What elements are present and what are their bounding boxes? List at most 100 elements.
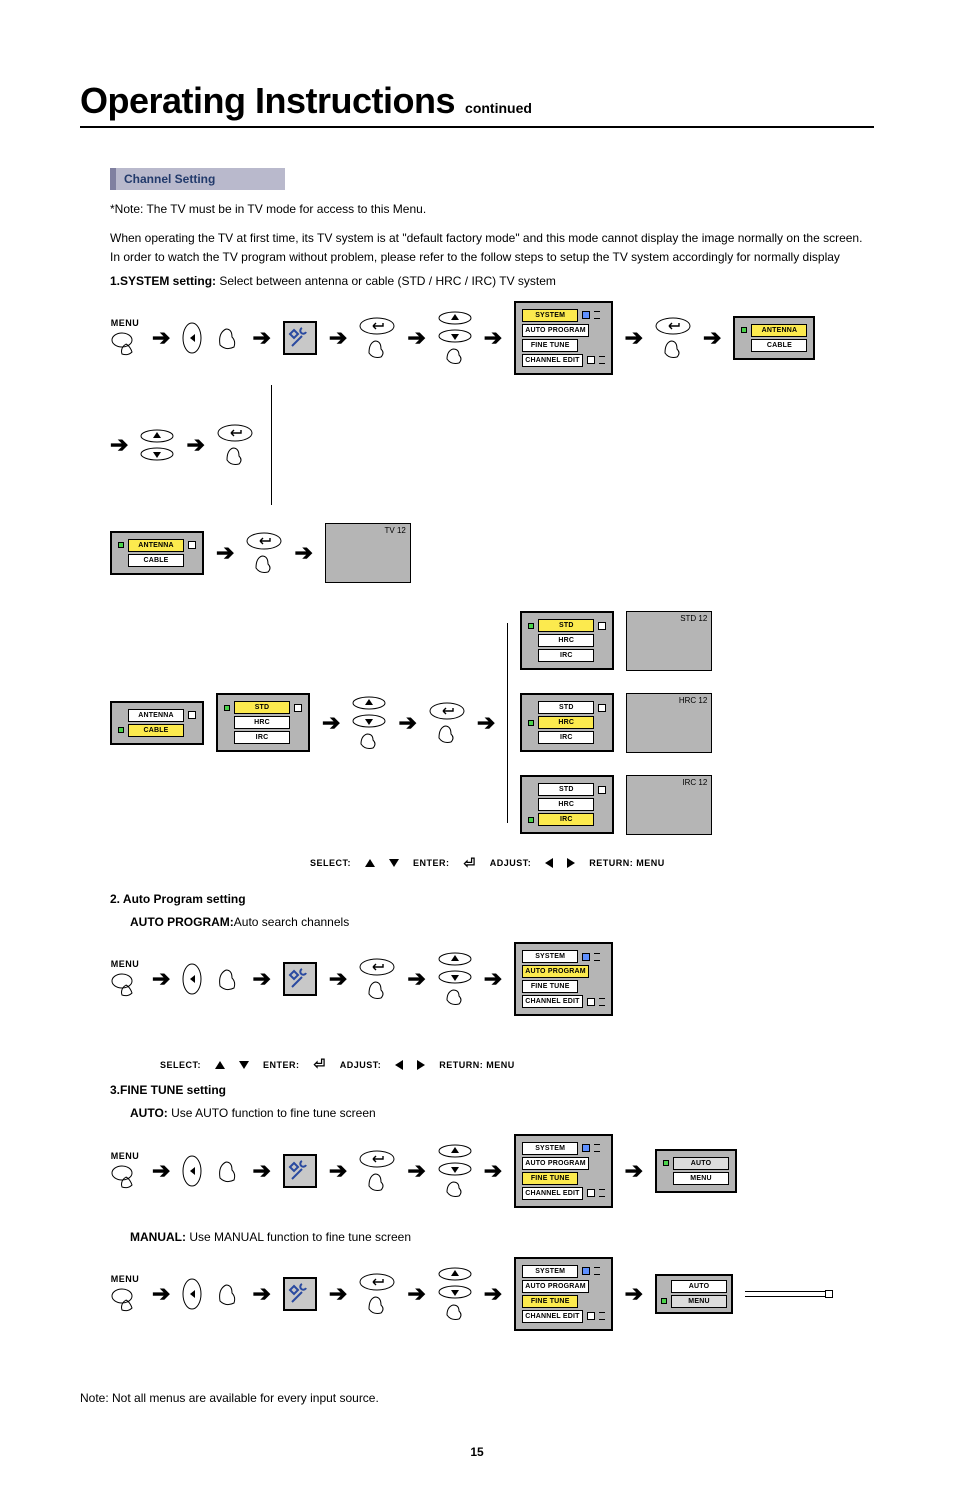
- down-button-icon: [438, 970, 472, 984]
- osd-finetune-menu: SYSTEM AUTO PROGRAM FINE TUNE CHANNEL ED…: [514, 1134, 612, 1208]
- osd-finetune-menu-2: SYSTEM AUTO PROGRAM FINE TUNE CHANNEL ED…: [514, 1257, 612, 1331]
- hand-press-icon: [223, 446, 247, 466]
- flow-row-1: MENU ➔ ➔ ➔ ➔ ➔ SYSTEM: [110, 301, 874, 375]
- hand-press-icon: [110, 1288, 140, 1314]
- osd-system: SYSTEM: [522, 309, 578, 322]
- arrow-icon: ➔: [407, 1158, 425, 1184]
- hand-press-icon: [443, 988, 467, 1006]
- osd-irc: IRC: [538, 649, 594, 662]
- down-button-icon: [438, 329, 472, 343]
- osd-auto-program: AUTO PROGRAM: [522, 324, 589, 337]
- tools-icon: [283, 1154, 317, 1188]
- osd-menu: MENU: [671, 1295, 727, 1308]
- hand-press-icon: [443, 1180, 467, 1198]
- screen-std12: STD 12: [626, 611, 712, 671]
- osd-auto-program: AUTO PROGRAM: [522, 965, 589, 978]
- osd-std-selected: STD HRC IRC: [520, 611, 614, 670]
- step2-bold: AUTO PROGRAM:: [130, 915, 234, 929]
- osd-irc: IRC: [538, 813, 594, 826]
- osd-fine-tune: FINE TUNE: [522, 339, 578, 352]
- enter-button-icon: [359, 958, 395, 976]
- osd-irc: IRC: [234, 731, 290, 744]
- arrow-icon: ➔: [329, 1158, 347, 1184]
- arrow-icon: ➔: [398, 710, 416, 736]
- osd-auto: AUTO: [673, 1157, 729, 1170]
- remote-left-button-icon: [182, 963, 202, 995]
- hand-press-icon: [443, 1303, 467, 1321]
- hand-press-icon: [214, 966, 240, 992]
- step1-label: 1.SYSTEM setting:: [110, 274, 216, 288]
- arrow-icon: ➔: [407, 1281, 425, 1307]
- menu-label: MENU: [111, 318, 140, 328]
- step1-desc: Select between antenna or cable (STD / H…: [216, 274, 556, 288]
- osd-std: STD: [538, 783, 594, 796]
- osd-channel-edit: CHANNEL EDIT: [522, 1310, 582, 1323]
- arrow-icon: ➔: [329, 1281, 347, 1307]
- menu-label: MENU: [111, 1151, 140, 1161]
- step3b-bold: MANUAL:: [130, 1230, 186, 1244]
- section-chip-channel-setting: Channel Setting: [110, 168, 285, 190]
- enter-button-icon: [246, 532, 282, 550]
- arrow-icon: ➔: [152, 1158, 170, 1184]
- arrow-icon: ➔: [152, 1281, 170, 1307]
- hand-press-icon: [214, 1158, 240, 1184]
- screen-tv12: TV 12: [325, 523, 411, 583]
- arrow-icon: ➔: [252, 1158, 270, 1184]
- hand-press-icon: [435, 724, 459, 744]
- hand-press-icon: [661, 339, 685, 359]
- osd-auto-program: AUTO PROGRAM: [522, 1157, 589, 1170]
- arrow-icon: ➔: [484, 966, 502, 992]
- up-button-icon: [352, 696, 386, 710]
- flow-row-autoprogram: MENU ➔ ➔ ➔ ➔ ➔ SYSTEM: [110, 942, 874, 1016]
- osd-auto: AUTO: [671, 1280, 727, 1293]
- flow-row-finetune-auto: MENU ➔ ➔ ➔ ➔ ➔ SYSTEM: [110, 1134, 874, 1208]
- remote-left-button-icon: [182, 1155, 202, 1187]
- osd-irc: IRC: [538, 731, 594, 744]
- note-tv-mode: *Note: The TV must be in TV mode for acc…: [110, 200, 874, 219]
- osd-hrc: HRC: [538, 634, 594, 647]
- osd-system: SYSTEM: [522, 1142, 578, 1155]
- hand-press-icon: [110, 332, 140, 358]
- step3a-bold: AUTO:: [130, 1106, 168, 1120]
- page-subtitle: continued: [465, 100, 532, 116]
- arrow-icon: ➔: [252, 966, 270, 992]
- step3a-desc: Use AUTO function to fine tune screen: [168, 1106, 376, 1120]
- osd-manual-sub: AUTO MENU: [655, 1274, 733, 1314]
- screen-hrc12: HRC 12: [626, 693, 712, 753]
- osd-autoprogram-menu: SYSTEM AUTO PROGRAM FINE TUNE CHANNEL ED…: [514, 942, 612, 1016]
- arrow-icon: ➔: [329, 966, 347, 992]
- osd-std: STD: [538, 701, 594, 714]
- remote-left-button-icon: [182, 322, 202, 354]
- down-button-icon: [352, 714, 386, 728]
- hand-press-icon: [365, 980, 389, 1000]
- osd-antenna-cable: ANTENNA CABLE: [733, 316, 815, 360]
- enter-button-icon: [359, 1150, 395, 1168]
- osd-std: STD: [538, 619, 594, 632]
- flow-row-finetune-manual: MENU ➔ ➔ ➔ ➔ ➔ SYSTEM: [110, 1257, 874, 1331]
- arrow-icon: ➔: [252, 325, 270, 351]
- manual-slider: [745, 1290, 833, 1298]
- step2-desc: Auto search channels: [234, 915, 349, 929]
- arrow-icon: ➔: [484, 1281, 502, 1307]
- osd-antenna: ANTENNA: [128, 709, 184, 722]
- hand-press-icon: [252, 554, 276, 574]
- enter-button-icon: [217, 424, 253, 442]
- osd-hrc: HRC: [538, 716, 594, 729]
- osd-hrc: HRC: [538, 798, 594, 811]
- arrow-icon: ➔: [703, 325, 721, 351]
- arrow-icon: ➔: [625, 1281, 643, 1307]
- arrow-icon: ➔: [484, 1158, 502, 1184]
- hand-press-icon: [214, 325, 240, 351]
- down-button-icon: [438, 1162, 472, 1176]
- hand-press-icon: [365, 339, 389, 359]
- page-title: Operating Instructions: [80, 80, 455, 122]
- up-button-icon: [438, 952, 472, 966]
- osd-antenna-selected: ANTENNA CABLE: [110, 531, 204, 575]
- osd-menu: MENU: [673, 1172, 729, 1185]
- osd-cable-selected: ANTENNA CABLE: [110, 701, 204, 745]
- osd-cable: CABLE: [751, 339, 807, 352]
- osd-fine-tune: FINE TUNE: [522, 980, 578, 993]
- arrow-icon: ➔: [625, 1158, 643, 1184]
- osd-system: SYSTEM: [522, 1265, 578, 1278]
- hand-press-icon: [443, 347, 467, 365]
